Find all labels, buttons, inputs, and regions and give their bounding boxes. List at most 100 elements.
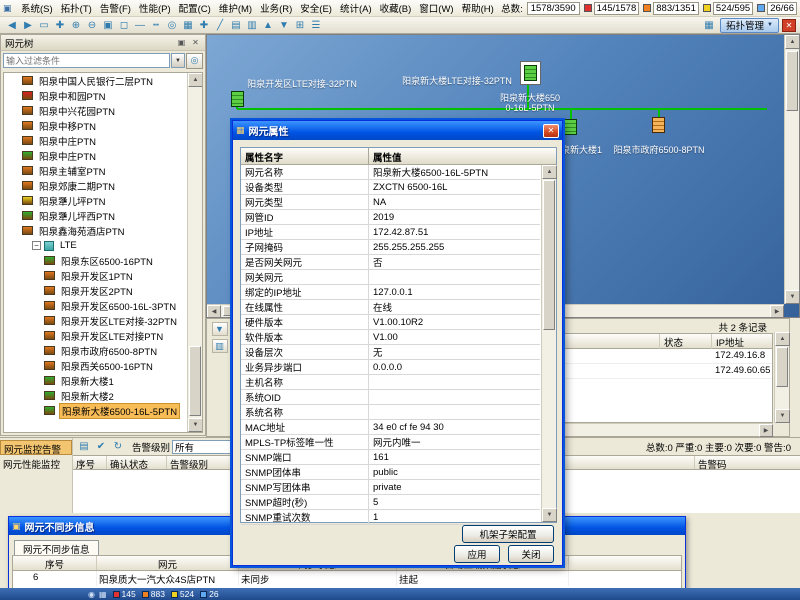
tree-item[interactable]: 阳泉开发区1PTN: [4, 268, 187, 283]
scroll-up-icon[interactable]: ▲: [542, 165, 557, 179]
topology-vertical-scrollbar[interactable]: ▲ ▼: [784, 35, 799, 304]
alarm-level-chip[interactable]: 524/595: [703, 2, 753, 15]
column-header-seq[interactable]: 序号: [13, 556, 97, 570]
property-row[interactable]: 网管ID 2019: [241, 210, 540, 225]
move-down-icon[interactable]: ▼: [276, 18, 292, 33]
topology-node[interactable]: [652, 117, 665, 133]
tree-item[interactable]: 阳泉新大楼6500-16L-5PTN: [4, 403, 187, 418]
dock-tab[interactable]: 网元监控告警: [0, 440, 72, 455]
magnifier-icon[interactable]: ◎: [164, 18, 180, 33]
scroll-up-icon[interactable]: ▲: [785, 35, 800, 49]
add-ne-icon[interactable]: ✚: [196, 18, 212, 33]
column-header-ip[interactable]: IP地址: [711, 334, 772, 349]
property-row[interactable]: SNMP端口 161: [241, 450, 540, 465]
property-row[interactable]: 设备层次 无: [241, 345, 540, 360]
tree-item[interactable]: 阳泉犟儿坪西PTN: [4, 208, 187, 223]
property-row[interactable]: 是否网关网元 否: [241, 255, 540, 270]
property-row[interactable]: 软件版本 V1.00: [241, 330, 540, 345]
tree-item[interactable]: 阳泉东区6500-16PTN: [4, 253, 187, 268]
property-row[interactable]: SNMP团体串 public: [241, 465, 540, 480]
topology-node[interactable]: [564, 119, 577, 135]
property-row[interactable]: 业务异步端口 0.0.0.0: [241, 360, 540, 375]
menu-item[interactable]: 收藏(B): [376, 0, 416, 16]
scroll-thumb[interactable]: [786, 51, 798, 111]
scroll-down-icon[interactable]: ▼: [775, 409, 790, 423]
property-row[interactable]: MPLS-TP标签唯一性 网元内唯一: [241, 435, 540, 450]
property-row[interactable]: SNMP重试次数 1: [241, 510, 540, 525]
close-view-icon[interactable]: ✕: [782, 19, 796, 32]
property-row[interactable]: 系统OID: [241, 390, 540, 405]
column-header-ne[interactable]: 网元: [97, 556, 239, 570]
close-icon[interactable]: ✕: [543, 124, 559, 138]
property-row[interactable]: 网元类型 NA: [241, 195, 540, 210]
legend-icon[interactable]: ☰: [308, 18, 324, 33]
tree-item[interactable]: 阳泉中和园PTN: [4, 88, 187, 103]
pan-icon[interactable]: ✚: [52, 18, 68, 33]
zoom-in-icon[interactable]: ⊕: [68, 18, 84, 33]
alarm-column-header[interactable]: 确认状态: [107, 456, 167, 469]
alarm-column-header[interactable]: 告警级别: [167, 456, 239, 469]
close-panel-icon[interactable]: ✕: [190, 38, 201, 47]
tree-item[interactable]: 阳泉新大楼1: [4, 373, 187, 388]
property-row[interactable]: MAC地址 34 e0 cf fe 94 30: [241, 420, 540, 435]
column-header-status[interactable]: 状态: [659, 334, 711, 349]
menu-item[interactable]: 性能(P): [135, 0, 175, 16]
scroll-up-icon[interactable]: ▲: [188, 73, 203, 87]
alarm-level-chip[interactable]: 26/66: [757, 2, 797, 15]
move-up-icon[interactable]: ▲: [260, 18, 276, 33]
forward-icon[interactable]: ▶: [20, 18, 36, 33]
filter-search-icon[interactable]: ◎: [186, 53, 203, 69]
property-row[interactable]: 网元名称 阳泉新大楼6500-16L-5PTN: [241, 165, 540, 180]
property-row[interactable]: 硬件版本 V1.00.10R2: [241, 315, 540, 330]
overview-icon[interactable]: ▦: [180, 18, 196, 33]
status-alarm-chip[interactable]: 524: [171, 589, 194, 599]
status-alarm-chip[interactable]: 145: [113, 589, 136, 599]
group-icon[interactable]: ▥: [244, 18, 260, 33]
close-button[interactable]: 关闭: [508, 545, 554, 563]
zoom-area-icon[interactable]: ▣: [100, 18, 116, 33]
back-icon[interactable]: ◀: [4, 18, 20, 33]
menu-item[interactable]: 业务(R): [256, 0, 296, 16]
tree-item[interactable]: 阳泉主辅室PTN: [4, 163, 187, 178]
scroll-thumb[interactable]: [776, 347, 788, 387]
tree-item[interactable]: 阳泉中兴花园PTN: [4, 103, 187, 118]
tree-item[interactable]: 阳泉中庄PTN: [4, 133, 187, 148]
scroll-thumb[interactable]: [543, 180, 555, 330]
table-view-icon[interactable]: ⊞: [292, 18, 308, 33]
menu-item[interactable]: 统计(A): [336, 0, 376, 16]
rack-config-button[interactable]: 机架子架配置: [462, 525, 554, 543]
topology-node[interactable]: [231, 91, 244, 107]
filter-dropdown-icon[interactable]: ▼: [171, 53, 185, 68]
tree-item[interactable]: 阳泉中国人民银行二层PTN: [4, 73, 187, 88]
property-row[interactable]: 系统名称: [241, 405, 540, 420]
scroll-down-icon[interactable]: ▼: [188, 418, 203, 432]
refresh-icon[interactable]: ↻: [110, 439, 126, 454]
export-icon[interactable]: ▤: [76, 439, 92, 454]
alarm-sound-icon[interactable]: ◉: [88, 590, 95, 599]
tree-item[interactable]: 阳泉市政府6500-8PTN: [4, 343, 187, 358]
list-vertical-scrollbar[interactable]: ▲ ▼: [774, 332, 789, 423]
filter-input[interactable]: [3, 53, 170, 68]
scroll-down-icon[interactable]: ▼: [785, 290, 800, 304]
tree-vertical-scrollbar[interactable]: ▲ ▼: [187, 73, 202, 432]
menu-item[interactable]: 告警(F): [96, 0, 135, 16]
tree-item[interactable]: 阳泉开发区LTE对接PTN: [4, 328, 187, 343]
tree-item[interactable]: 阳泉中移PTN: [4, 118, 187, 133]
scroll-down-icon[interactable]: ▼: [542, 508, 557, 522]
menu-item[interactable]: 窗口(W): [415, 0, 457, 16]
layers-icon[interactable]: ▤: [228, 18, 244, 33]
menu-item[interactable]: 帮助(H): [458, 0, 498, 16]
tree-item[interactable]: 阳泉鑫海苑酒店PTN: [4, 223, 187, 238]
view-selector-button[interactable]: 拓扑管理 ▼: [720, 18, 779, 33]
fit-view-icon[interactable]: ◻: [116, 18, 132, 33]
scroll-right-icon[interactable]: ▶: [759, 424, 773, 437]
dock-tab[interactable]: 网元性能监控: [0, 456, 72, 471]
tree-item[interactable]: 阳泉开发区6500-16L-3PTN: [4, 298, 187, 313]
alarm-column-header-code[interactable]: 告警码: [694, 456, 800, 469]
tree-item[interactable]: 阳泉中庄PTN: [4, 148, 187, 163]
property-row[interactable]: SNMP超时(秒) 5: [241, 495, 540, 510]
sync-tab[interactable]: 网元不同步信息: [14, 540, 99, 555]
topology-node[interactable]: [520, 61, 541, 85]
property-row[interactable]: IP地址 172.42.87.51: [241, 225, 540, 240]
status-alarm-chip[interactable]: 26: [200, 589, 218, 599]
